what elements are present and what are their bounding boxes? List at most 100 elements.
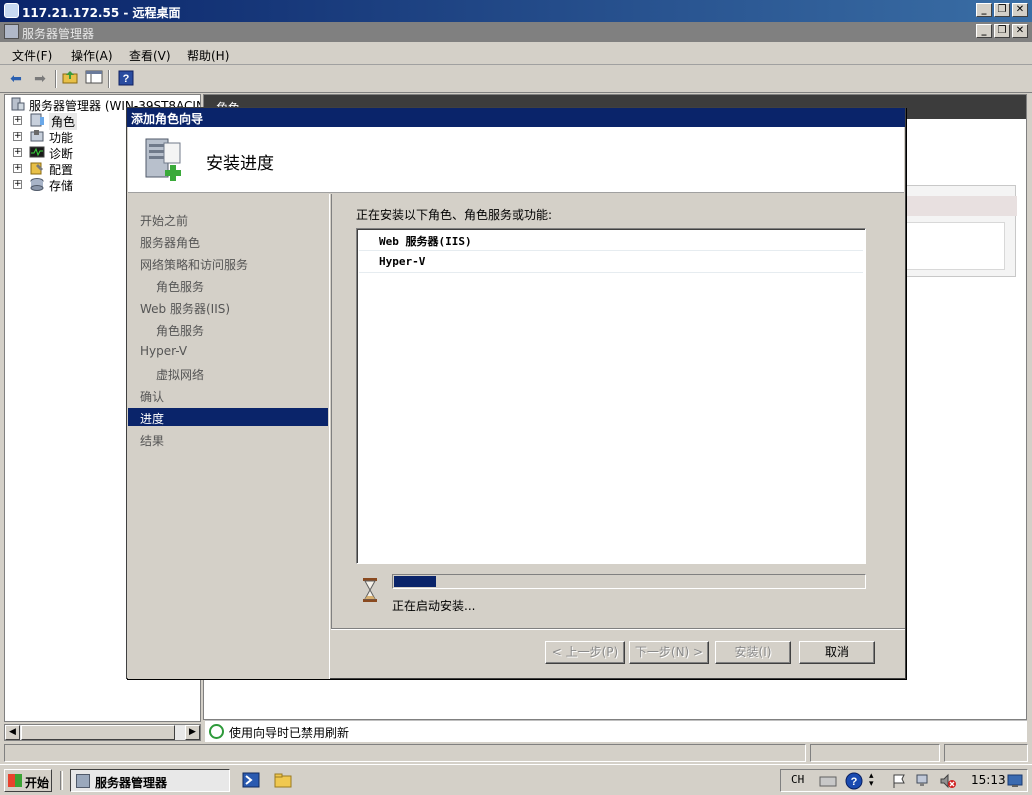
start-label: 开始 [25, 776, 50, 790]
taskbar-server-manager-button[interactable]: 服务器管理器 [70, 769, 230, 792]
step-hyper-v[interactable]: Hyper-V [128, 342, 328, 360]
tree-item-roles[interactable]: 角色 [49, 113, 78, 130]
help-icon[interactable]: ? [116, 70, 136, 88]
wizard-content: 正在安装以下角色、角色服务或功能: Web 服务器(IIS) Hyper-V 正… [331, 194, 905, 628]
expand-features-toggle[interactable]: + [13, 132, 22, 141]
windows-logo-icon [8, 774, 22, 787]
roles-summary-band [905, 196, 1017, 216]
step-label: 结果 [140, 434, 165, 448]
action-center-flag-icon[interactable] [891, 773, 907, 789]
sm-minimize-button[interactable]: _ [976, 24, 992, 38]
step-label: 确认 [140, 390, 165, 404]
up-folder-icon[interactable] [60, 70, 80, 88]
wizard-title-bar: 添加角色向导 [127, 108, 905, 127]
hourglass-icon [362, 577, 378, 603]
list-item[interactable]: Web 服务器(IIS) [359, 229, 863, 251]
cancel-button[interactable]: 取消 [799, 641, 875, 664]
step-label: 网络策略和访问服务 [140, 258, 249, 272]
tree-horizontal-scrollbar[interactable]: ◀ ▶ [4, 724, 201, 741]
step-before-you-begin[interactable]: 开始之前 [128, 210, 328, 228]
list-item-label: Web 服务器(IIS) [379, 235, 472, 248]
expand-storage-toggle[interactable]: + [13, 180, 22, 189]
show-hide-tree-icon[interactable] [84, 70, 104, 88]
tray-options-icon[interactable]: ▴ ▾ [869, 772, 879, 790]
menu-action[interactable]: 操作(A) [71, 47, 113, 64]
server-manager-icon [4, 24, 19, 39]
network-icon[interactable] [915, 773, 931, 789]
installing-items-list[interactable]: Web 服务器(IIS) Hyper-V [356, 228, 866, 564]
scroll-thumb[interactable] [21, 725, 175, 740]
progress-status-text: 正在启动安装... [392, 599, 476, 613]
server-manager-title-text: 服务器管理器 [22, 27, 95, 41]
start-button[interactable]: 开始 [4, 769, 52, 792]
wizard-title-text: 添加角色向导 [131, 112, 204, 126]
rdp-title-text: 117.21.172.55 - 远程桌面 [22, 6, 181, 20]
step-results[interactable]: 结果 [128, 430, 328, 448]
menu-view[interactable]: 查看(V) [129, 47, 171, 64]
step-role-services-1[interactable]: 角色服务 [128, 276, 328, 294]
menu-help[interactable]: 帮助(H) [187, 47, 229, 64]
previous-button[interactable]: < 上一步(P) [545, 641, 625, 664]
wizard-steps-nav: 开始之前 服务器角色 网络策略和访问服务 角色服务 Web 服务器(IIS) 角… [128, 194, 330, 679]
step-role-services-2[interactable]: 角色服务 [128, 320, 328, 338]
svg-text:?: ? [123, 73, 130, 85]
step-label: Hyper-V [140, 344, 188, 358]
show-desktop-icon[interactable] [1007, 774, 1023, 788]
scroll-left-arrow-icon[interactable]: ◀ [5, 725, 20, 740]
powershell-icon[interactable] [242, 772, 260, 788]
wizard-header: 安装进度 [128, 127, 904, 193]
clock[interactable]: 15:13 [971, 773, 1006, 787]
next-button[interactable]: 下一步(N) > [629, 641, 709, 664]
rdp-close-button[interactable]: ✕ [1012, 3, 1028, 17]
tree-item-configuration[interactable]: 配置 [49, 161, 73, 178]
step-confirmation[interactable]: 确认 [128, 386, 328, 404]
tree-item-features[interactable]: 功能 [49, 129, 73, 146]
back-arrow-icon[interactable]: ⬅ [6, 70, 26, 88]
remote-desktop-icon [4, 3, 19, 18]
tree-item-storage[interactable]: 存储 [49, 177, 73, 194]
step-virtual-network[interactable]: 虚拟网络 [128, 364, 328, 382]
status-cell-2 [810, 744, 940, 762]
step-server-roles[interactable]: 服务器角色 [128, 232, 328, 250]
expand-roles-toggle[interactable]: + [13, 116, 22, 125]
forward-arrow-icon[interactable]: ➡ [30, 70, 50, 88]
add-roles-wizard-dialog: 添加角色向导 安装进度 开始之前 服务器角色 网络策略和访问服务 角色服务 We… [126, 107, 906, 679]
menu-file[interactable]: 文件(F) [12, 47, 52, 64]
help-tray-icon[interactable]: ? [845, 772, 863, 790]
svg-text:?: ? [851, 776, 858, 788]
progress-fill [394, 576, 436, 587]
volume-muted-icon[interactable] [939, 773, 957, 789]
keyboard-icon[interactable] [819, 774, 837, 788]
toolbar: ⬅ ➡ ? [0, 66, 1032, 93]
status-bar [4, 744, 1028, 762]
sm-restore-button[interactable]: ❐ [994, 24, 1010, 38]
expand-diagnostics-toggle[interactable]: + [13, 148, 22, 157]
features-icon [29, 129, 45, 143]
wizard-footer: < 上一步(P) 下一步(N) > 安装(I) 取消 [331, 628, 905, 679]
roles-icon [29, 113, 45, 127]
refresh-status-text: 使用向导时已禁用刷新 [229, 726, 350, 740]
list-item[interactable]: Hyper-V [359, 251, 863, 273]
menu-bar: 文件(F) 操作(A) 查看(V) 帮助(H) [0, 43, 1032, 65]
scroll-right-arrow-icon[interactable]: ▶ [185, 725, 200, 740]
storage-icon [29, 177, 45, 191]
taskbar-task-label: 服务器管理器 [95, 776, 168, 790]
explorer-folder-icon[interactable] [274, 772, 292, 788]
step-label: 角色服务 [156, 280, 205, 294]
toolbar-separator-2 [108, 70, 110, 88]
install-button[interactable]: 安装(I) [715, 641, 791, 664]
expand-configuration-toggle[interactable]: + [13, 164, 22, 173]
configuration-icon [29, 161, 45, 175]
sm-close-button[interactable]: ✕ [1012, 24, 1028, 38]
step-web-server-iis[interactable]: Web 服务器(IIS) [128, 298, 328, 316]
tree-item-diagnostics[interactable]: 诊断 [49, 145, 73, 162]
wizard-heading: 安装进度 [206, 154, 274, 174]
rdp-restore-button[interactable]: ❐ [994, 3, 1010, 17]
step-progress[interactable]: 进度 [128, 408, 328, 426]
step-network-policy[interactable]: 网络策略和访问服务 [128, 254, 328, 272]
step-label: 服务器角色 [140, 236, 201, 250]
ime-indicator[interactable]: CH [791, 773, 804, 786]
rdp-minimize-button[interactable]: _ [976, 3, 992, 17]
step-label: 开始之前 [140, 214, 189, 228]
step-label: 进度 [140, 412, 165, 426]
